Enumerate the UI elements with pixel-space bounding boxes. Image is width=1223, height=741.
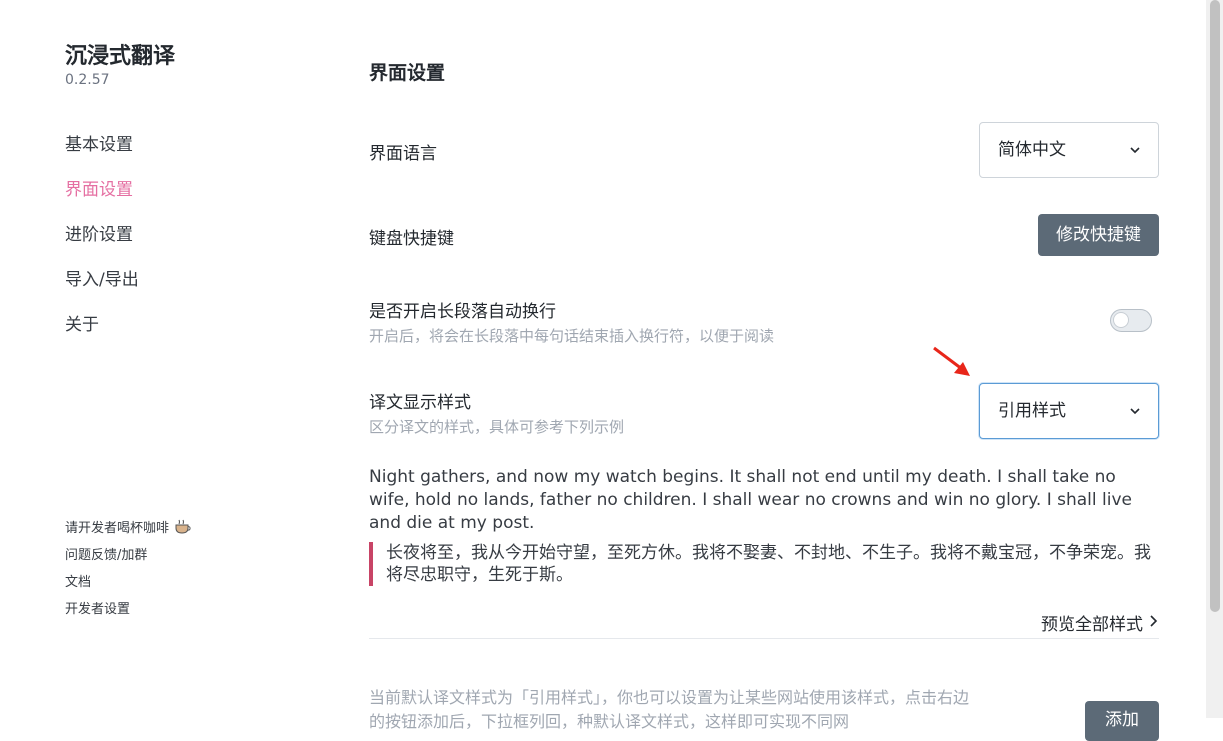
sample-translation-quote: 长夜将至，我从今开始守望，至死方休。我将不娶妻、不封地、不生子。我将不戴宝冠，不… bbox=[369, 542, 1159, 586]
chevron-right-icon[interactable] bbox=[1147, 614, 1159, 628]
sidebar-item-interface[interactable]: 界面设置 bbox=[65, 175, 133, 200]
coffee-link[interactable]: 请开发者喝杯咖啡 bbox=[65, 517, 191, 538]
coffee-cup-icon bbox=[175, 519, 191, 538]
coffee-link-label: 请开发者喝杯咖啡 bbox=[65, 521, 170, 536]
sidebar: 沉浸式翻译 0.2.57 基本设置 界面设置 进阶设置 导入/导出 关于 请开发… bbox=[0, 0, 300, 718]
docs-link[interactable]: 文档 bbox=[65, 571, 91, 590]
main-content: 界面设置 界面语言 简体中文 键盘快捷键 修改快捷键 是否开启长段落自动换行 开… bbox=[369, 0, 1159, 741]
language-label: 界面语言 bbox=[369, 144, 437, 164]
translation-style-select[interactable]: 引用样式 bbox=[979, 383, 1159, 439]
edit-shortcut-button[interactable]: 修改快捷键 bbox=[1038, 214, 1159, 256]
style-desc: 区分译文的样式，具体可参考下列示例 bbox=[369, 418, 625, 436]
app-title: 沉浸式翻译 bbox=[65, 44, 176, 69]
feedback-link[interactable]: 问题反馈/加群 bbox=[65, 544, 147, 563]
toggle-knob bbox=[1113, 312, 1129, 328]
app-version: 0.2.57 bbox=[65, 72, 110, 88]
sample-original-text: Night gathers, and now my watch begins. … bbox=[369, 467, 1132, 533]
divider bbox=[369, 638, 1159, 639]
auto-wrap-desc: 开启后，将会在长段落中每句话结束插入换行符，以便于阅读 bbox=[369, 327, 775, 345]
language-select-value: 简体中文 bbox=[998, 140, 1066, 160]
style-label: 译文显示样式 bbox=[369, 393, 471, 413]
sidebar-item-basic[interactable]: 基本设置 bbox=[65, 130, 133, 155]
shortcut-label: 键盘快捷键 bbox=[369, 229, 454, 249]
sidebar-item-about[interactable]: 关于 bbox=[65, 310, 99, 335]
developer-settings-link[interactable]: 开发者设置 bbox=[65, 598, 130, 617]
preview-all-styles-link[interactable]: 预览全部样式 bbox=[1041, 610, 1143, 635]
red-arrow-icon bbox=[933, 346, 970, 376]
style-rule-desc: 当前默认译文样式为「引用样式」，你也可以设置为让某些网站使用该样式，点击右边的按… bbox=[369, 688, 970, 731]
translation-style-value: 引用样式 bbox=[998, 401, 1066, 421]
chevron-down-icon bbox=[1130, 408, 1140, 415]
page-title: 界面设置 bbox=[369, 62, 446, 84]
scrollbar[interactable] bbox=[1206, 0, 1223, 718]
auto-wrap-label: 是否开启长段落自动换行 bbox=[369, 302, 556, 322]
sidebar-item-advanced[interactable]: 进阶设置 bbox=[65, 220, 133, 245]
scrollbar-thumb[interactable] bbox=[1210, 0, 1220, 612]
auto-wrap-toggle[interactable] bbox=[1110, 309, 1152, 332]
sidebar-item-import-export[interactable]: 导入/导出 bbox=[65, 265, 139, 290]
add-button[interactable]: 添加 bbox=[1085, 701, 1159, 741]
chevron-down-icon bbox=[1130, 147, 1140, 154]
language-select[interactable]: 简体中文 bbox=[979, 122, 1159, 178]
